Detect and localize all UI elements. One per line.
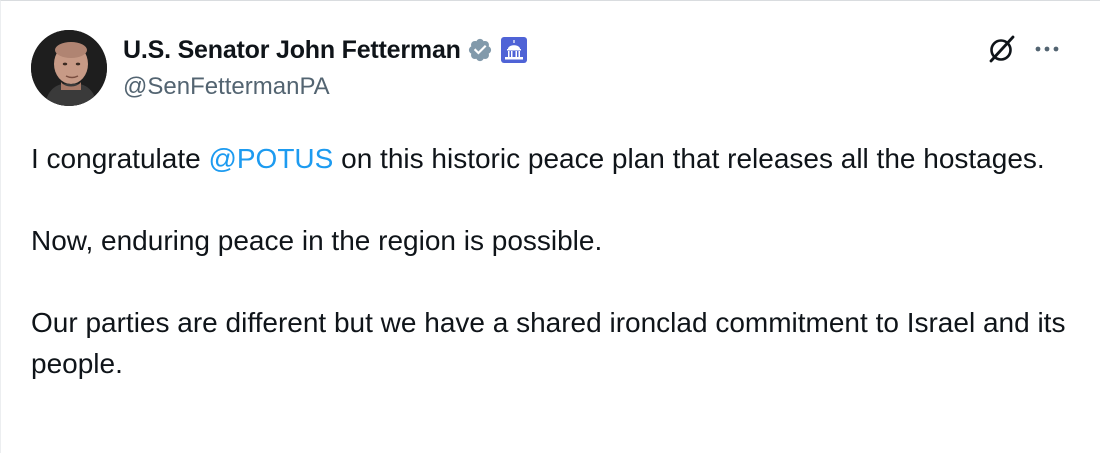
tweet-paragraph-1: I congratulate @POTUS on this historic p… xyxy=(31,138,1071,179)
text-segment: on this historic peace plan that release… xyxy=(333,143,1045,174)
avatar[interactable] xyxy=(31,30,107,106)
tweet-paragraph-3: Our parties are different but we have a … xyxy=(31,307,1066,379)
avatar-image xyxy=(31,30,107,106)
mention-link[interactable]: @POTUS xyxy=(208,143,333,174)
author-name-row: U.S. Senator John Fetterman xyxy=(123,34,527,66)
verified-badge-icon[interactable] xyxy=(467,37,493,63)
more-options-icon[interactable] xyxy=(1033,37,1061,61)
grok-icon[interactable] xyxy=(986,33,1018,65)
display-name[interactable]: U.S. Senator John Fetterman xyxy=(123,36,461,65)
capitol-building-icon[interactable] xyxy=(500,37,527,63)
author-handle[interactable]: @SenFettermanPA xyxy=(123,73,330,101)
tweet-text: I congratulate @POTUS on this historic p… xyxy=(31,138,1071,384)
tweet-card: U.S. Senator John Fetterman @SenFetterma… xyxy=(0,0,1100,453)
text-segment: I congratulate xyxy=(31,143,209,174)
tweet-paragraph-2: Now, enduring peace in the region is pos… xyxy=(31,225,603,256)
